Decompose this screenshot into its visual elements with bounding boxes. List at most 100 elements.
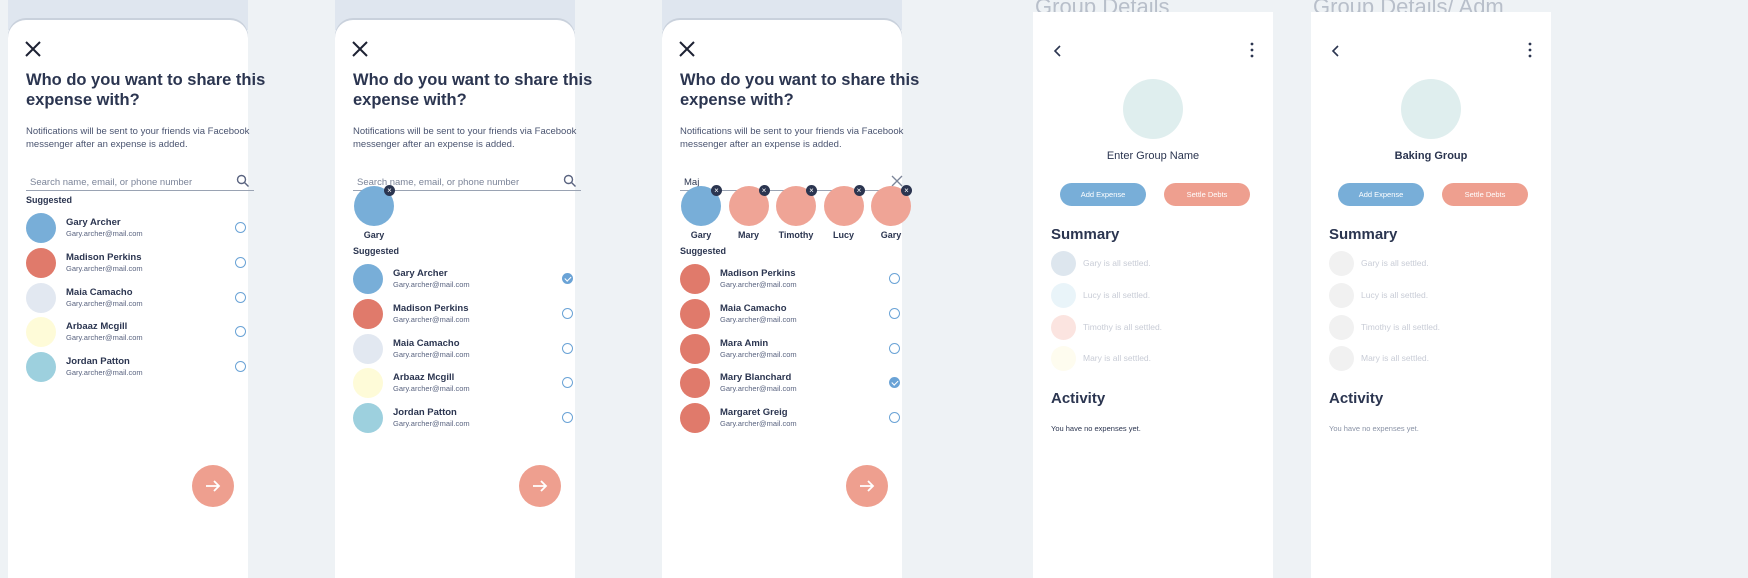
- avatar: ×: [776, 185, 817, 226]
- friend-email: Gary.archer@mail.com: [720, 419, 797, 429]
- remove-chip-icon[interactable]: ×: [758, 185, 770, 196]
- search-field[interactable]: [26, 172, 254, 191]
- friend-row[interactable]: Maia Camacho Gary.archer@mail.com: [353, 332, 581, 366]
- avatar: [680, 333, 710, 364]
- search-icon[interactable]: [563, 174, 577, 188]
- select-radio[interactable]: [235, 361, 246, 373]
- friend-name: Mara Amin: [720, 337, 769, 349]
- friend-row[interactable]: Gary Archer Gary.archer@mail.com: [26, 211, 254, 245]
- chip-label: Mary: [737, 230, 759, 240]
- settled-status: Mary is all settled.: [1361, 353, 1430, 364]
- select-radio[interactable]: [889, 342, 900, 354]
- summary-row: Mary is all settled.: [1051, 346, 1251, 372]
- friend-row[interactable]: Mara Amin Gary.archer@mail.com: [680, 332, 908, 366]
- remove-chip-icon[interactable]: ×: [853, 185, 865, 196]
- friend-name: Madison Perkins: [393, 302, 469, 314]
- back-icon[interactable]: [1329, 44, 1343, 58]
- friend-email: Gary.archer@mail.com: [66, 368, 143, 378]
- avatar: [680, 368, 710, 399]
- select-radio[interactable]: [235, 256, 246, 268]
- friend-row[interactable]: Maia Camacho Gary.archer@mail.com: [680, 297, 908, 331]
- select-radio[interactable]: [235, 326, 246, 338]
- remove-chip-icon[interactable]: ×: [384, 185, 395, 196]
- notification-description: Notifications will be sent to your frien…: [680, 126, 904, 150]
- friend-email: Gary.archer@mail.com: [393, 280, 470, 289]
- close-icon[interactable]: [22, 38, 44, 60]
- friend-row[interactable]: Jordan Patton Gary.archer@mail.com: [353, 401, 581, 435]
- selected-friend-chip[interactable]: × Gary: [680, 185, 722, 240]
- share-expense-screen: Who do you want to share this expense wi…: [335, 0, 592, 578]
- share-expense-screen: Who do you want to share this expense wi…: [662, 0, 919, 578]
- remove-chip-icon[interactable]: ×: [711, 185, 722, 196]
- add-expense-button[interactable]: Add Expense: [1338, 183, 1424, 206]
- next-button[interactable]: [519, 465, 561, 507]
- avatar: [353, 333, 383, 364]
- select-radio[interactable]: [562, 377, 573, 389]
- remove-chip-icon[interactable]: ×: [901, 185, 912, 196]
- more-options-icon[interactable]: [1249, 42, 1255, 58]
- avatar: [1051, 314, 1076, 340]
- friend-row[interactable]: Gary Archer Gary.archer@mail.com: [353, 262, 581, 296]
- close-icon[interactable]: [349, 38, 371, 60]
- friend-name: Margaret Greig: [720, 407, 788, 419]
- friend-row[interactable]: Jordan Patton Gary.archer@mail.com: [26, 350, 254, 384]
- summary-row: Mary is all settled.: [1329, 346, 1529, 372]
- select-radio[interactable]: [889, 412, 900, 424]
- group-avatar[interactable]: [1123, 79, 1183, 139]
- select-radio[interactable]: [235, 291, 246, 303]
- avatar: [1051, 346, 1076, 372]
- selected-friend-chip[interactable]: × Timothy: [775, 185, 817, 240]
- page-title: Who do you want to share this expense wi…: [353, 71, 593, 109]
- selected-friend-chip[interactable]: × Gary: [870, 185, 912, 240]
- select-radio[interactable]: [562, 307, 573, 319]
- friend-name: Maia Camacho: [720, 302, 787, 314]
- settle-debts-button[interactable]: Settle Debts: [1164, 183, 1250, 206]
- select-radio[interactable]: [889, 377, 900, 389]
- avatar: [353, 264, 383, 294]
- add-expense-button[interactable]: Add Expense: [1060, 183, 1146, 206]
- select-radio[interactable]: [562, 412, 573, 424]
- next-button[interactable]: [192, 465, 234, 507]
- settled-status: Gary is all settled.: [1083, 258, 1151, 268]
- close-icon[interactable]: [676, 38, 698, 60]
- settle-debts-button[interactable]: Settle Debts: [1442, 183, 1528, 206]
- friend-name: Jordan Patton: [66, 356, 130, 368]
- avatar: [1051, 282, 1076, 308]
- friend-row[interactable]: Madison Perkins Gary.archer@mail.com: [680, 262, 908, 296]
- friend-row[interactable]: Maia Camacho Gary.archer@mail.com: [26, 281, 254, 315]
- avatar: [680, 403, 710, 434]
- friend-row[interactable]: Mary Blanchard Gary.archer@mail.com: [680, 366, 908, 400]
- back-icon[interactable]: [1051, 44, 1065, 58]
- avatar: [353, 403, 383, 434]
- group-avatar[interactable]: [1401, 79, 1461, 139]
- select-radio[interactable]: [562, 273, 573, 284]
- select-radio[interactable]: [889, 273, 900, 284]
- select-radio[interactable]: [235, 222, 246, 233]
- friend-email: Gary.archer@mail.com: [720, 314, 797, 324]
- remove-chip-icon[interactable]: ×: [806, 185, 817, 196]
- friend-row[interactable]: Arbaaz Mcgill Gary.archer@mail.com: [353, 366, 581, 400]
- next-button[interactable]: [846, 465, 888, 507]
- friend-email: Gary.archer@mail.com: [66, 298, 143, 308]
- summary-row: Timothy is all settled.: [1051, 314, 1251, 341]
- group-name[interactable]: Enter Group Name: [1033, 150, 1273, 162]
- friend-row[interactable]: Arbaaz Mcgill Gary.archer@mail.com: [26, 315, 254, 349]
- friend-email: Gary.archer@mail.com: [393, 419, 470, 429]
- search-input[interactable]: [26, 175, 234, 190]
- avatar: [1329, 282, 1354, 308]
- select-radio[interactable]: [562, 342, 573, 354]
- friend-row[interactable]: Margaret Greig Gary.archer@mail.com: [680, 401, 908, 435]
- summary-heading: Summary: [1329, 226, 1398, 243]
- selected-friend-chip[interactable]: × Gary: [353, 185, 395, 240]
- select-radio[interactable]: [889, 307, 900, 319]
- selected-friend-chip[interactable]: × Lucy: [823, 185, 865, 240]
- friend-name: Madison Perkins: [66, 251, 142, 263]
- search-icon[interactable]: [236, 174, 250, 188]
- friend-row[interactable]: Madison Perkins Gary.archer@mail.com: [353, 297, 581, 331]
- page-title: Who do you want to share this expense wi…: [680, 71, 920, 109]
- summary-row: Gary is all settled.: [1051, 251, 1251, 277]
- more-options-icon[interactable]: [1527, 42, 1533, 58]
- avatar: [353, 368, 383, 399]
- selected-friend-chip[interactable]: × Mary: [728, 185, 770, 240]
- friend-row[interactable]: Madison Perkins Gary.archer@mail.com: [26, 246, 254, 280]
